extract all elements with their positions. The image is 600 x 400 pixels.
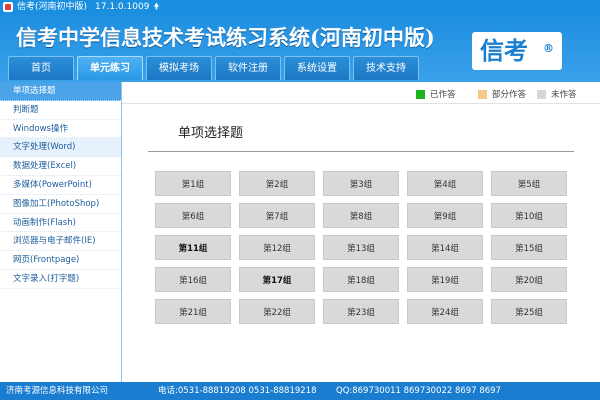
group-button[interactable]: 第2组 bbox=[239, 171, 315, 196]
registered-mark: ® bbox=[543, 42, 554, 55]
group-button[interactable]: 第16组 bbox=[155, 267, 231, 292]
group-button[interactable]: 第5组 bbox=[491, 171, 567, 196]
group-button[interactable]: 第22组 bbox=[239, 299, 315, 324]
sidebar-item[interactable]: 网页(Frontpage) bbox=[0, 251, 121, 270]
company-name: 济南考源信息科技有限公司 bbox=[6, 386, 109, 396]
sidebar-item[interactable]: 数据处理(Excel) bbox=[0, 157, 121, 176]
group-button[interactable]: 第24组 bbox=[407, 299, 483, 324]
brand-logo: 信考 ® bbox=[472, 32, 562, 70]
sidebar-item[interactable]: 浏览器与电子邮件(IE) bbox=[0, 232, 121, 252]
legend-item: 未作答 bbox=[537, 88, 577, 100]
logo-text: 信考 bbox=[480, 36, 528, 65]
legend-swatch bbox=[416, 89, 425, 99]
group-button[interactable]: 第9组 bbox=[407, 203, 483, 228]
group-button[interactable]: 第15组 bbox=[491, 235, 567, 260]
group-button[interactable]: 第4组 bbox=[407, 171, 483, 196]
tab-5[interactable]: 系统设置 bbox=[284, 56, 350, 80]
group-button[interactable]: 第12组 bbox=[239, 235, 315, 260]
legend-swatch bbox=[478, 89, 487, 99]
group-button[interactable]: 第17组 bbox=[239, 267, 315, 292]
group-button[interactable]: 第7组 bbox=[239, 203, 315, 228]
group-button[interactable]: 第3组 bbox=[323, 171, 399, 196]
sidebar-item[interactable]: Windows操作 bbox=[0, 120, 121, 139]
legend-item: 已作答 bbox=[416, 88, 456, 100]
tab-2[interactable]: 单元练习 bbox=[77, 56, 143, 80]
version-label: 17.1.0.1009 bbox=[95, 2, 150, 12]
group-button[interactable]: 第23组 bbox=[323, 299, 399, 324]
main-panel: 单项选择题 第1组 第2组 第3组 第4组 第5组第6组 第7组 第8组 第9组 第10组第11… bbox=[122, 104, 600, 382]
sidebar-item[interactable]: 多媒体(PowerPoint) bbox=[0, 176, 121, 195]
group-button[interactable]: 第18组 bbox=[323, 267, 399, 292]
group-button[interactable]: 第8组 bbox=[323, 203, 399, 228]
sidebar-item[interactable]: 文字录入(打字题) bbox=[0, 270, 121, 289]
group-button[interactable]: 第14组 bbox=[407, 235, 483, 260]
main-nav: 首页 单元练习 模拟考场 软件注册 系统设置 技术支持 bbox=[8, 56, 419, 82]
group-button[interactable]: 第11组 bbox=[155, 235, 231, 260]
tab-6[interactable]: 技术支持 bbox=[353, 56, 419, 80]
sidebar-item[interactable]: 文字处理(Word) bbox=[0, 138, 121, 158]
divider bbox=[148, 151, 574, 152]
legend-label: 部分作答 bbox=[492, 90, 527, 100]
tab-1[interactable]: 首页 bbox=[8, 56, 74, 80]
pin-icon[interactable]: 🠝 bbox=[153, 0, 159, 14]
app-banner-title: 信考中学信息技术考试练习系统(河南初中版) bbox=[16, 25, 435, 50]
group-button[interactable]: 第20组 bbox=[491, 267, 567, 292]
group-button[interactable]: 第19组 bbox=[407, 267, 483, 292]
legend-label: 未作答 bbox=[551, 90, 577, 100]
status-bar: 济南考源信息科技有限公司 电话:0531-88819208 0531-88819… bbox=[0, 382, 600, 400]
title-bar: 信考(河南初中版) 17.1.0.1009 🠝 bbox=[0, 0, 600, 14]
group-button[interactable]: 第10组 bbox=[491, 203, 567, 228]
legend-label: 已作答 bbox=[430, 90, 456, 100]
tab-3[interactable]: 模拟考场 bbox=[146, 56, 212, 80]
group-button[interactable]: 第25组 bbox=[491, 299, 567, 324]
group-button[interactable]: 第21组 bbox=[155, 299, 231, 324]
phone-numbers: 电话:0531-88819208 0531-88819218 bbox=[158, 386, 317, 396]
group-button[interactable]: 第13组 bbox=[323, 235, 399, 260]
legend-bar: 已作答 部分作答 未作答 bbox=[122, 82, 600, 104]
legend-item: 部分作答 bbox=[478, 88, 526, 100]
sidebar-item[interactable]: 判断题 bbox=[0, 101, 121, 120]
window-title: 信考(河南初中版) bbox=[17, 2, 88, 12]
group-grid: 第1组 第2组 第3组 第4组 第5组 第6组 第7组 第8组 第9组 第10组 第11组 第12组第… bbox=[155, 171, 567, 324]
legend-swatch bbox=[537, 89, 546, 99]
tab-4[interactable]: 软件注册 bbox=[215, 56, 281, 80]
sidebar: 单项选择题 判断题 Windows操作 文字处理(Word) 数据处理(Excel) 多媒… bbox=[0, 82, 122, 382]
qq-numbers: QQ:869730011 869730022 8697 8697 bbox=[336, 386, 501, 396]
app-icon bbox=[3, 2, 13, 12]
sidebar-item[interactable]: 单项选择题 bbox=[0, 82, 121, 101]
sidebar-item[interactable]: 动画制作(Flash) bbox=[0, 214, 121, 233]
group-button[interactable]: 第1组 bbox=[155, 171, 231, 196]
page-title: 单项选择题 bbox=[178, 126, 244, 141]
group-button[interactable]: 第6组 bbox=[155, 203, 231, 228]
sidebar-item[interactable]: 图像加工(PhotoShop) bbox=[0, 195, 121, 214]
